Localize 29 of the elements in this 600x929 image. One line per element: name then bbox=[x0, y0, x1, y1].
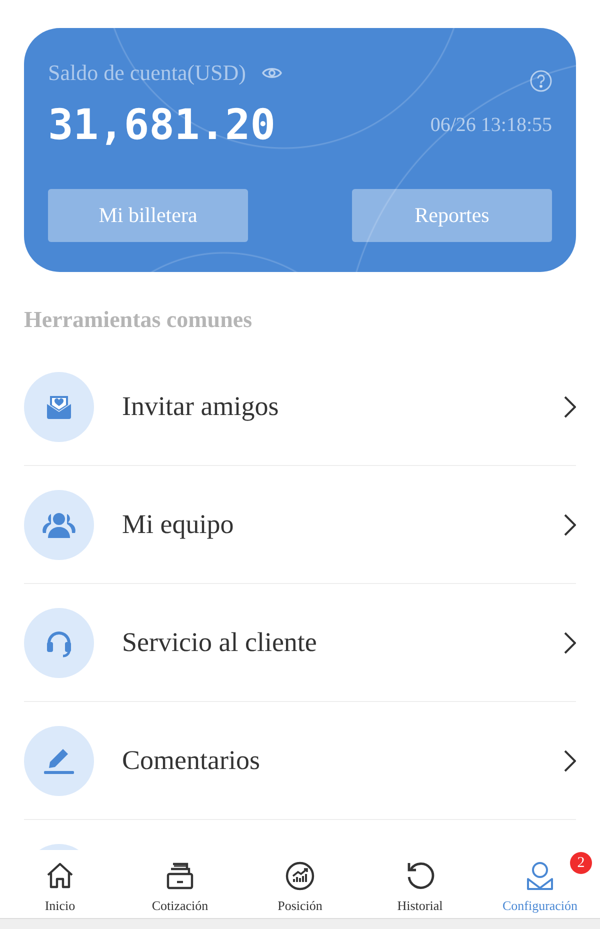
tool-label: Comentarios bbox=[122, 744, 261, 778]
pen-icon bbox=[43, 746, 75, 774]
notification-badge: 2 bbox=[570, 852, 592, 874]
chevron-right-icon bbox=[564, 750, 576, 772]
tool-row[interactable]: Servicio al cliente bbox=[24, 584, 576, 702]
help-icon[interactable] bbox=[530, 70, 552, 92]
tab-button[interactable]: Cotización bbox=[120, 850, 240, 918]
tab-button[interactable]: Inicio bbox=[0, 850, 120, 918]
tab-button[interactable]: Configuración 2 bbox=[480, 850, 600, 918]
chevron-right-icon bbox=[564, 396, 576, 418]
balance-label: Saldo de cuenta(USD) bbox=[48, 60, 246, 86]
timestamp: 06/26 13:18:55 bbox=[430, 113, 552, 138]
tool-row[interactable]: Mi equipo bbox=[24, 466, 576, 584]
tab-button[interactable]: Posición bbox=[240, 850, 360, 918]
balance-amount: 31,681.20 bbox=[48, 100, 276, 150]
tool-label: Mi equipo bbox=[122, 508, 235, 542]
tool-row[interactable]: Comentarios bbox=[24, 702, 576, 820]
tool-label: Invitar amigos bbox=[122, 390, 280, 424]
tool-row[interactable]: Invitar amigos bbox=[24, 348, 576, 466]
chevron-right-icon bbox=[564, 514, 576, 536]
drawer-icon bbox=[164, 860, 196, 892]
eye-icon[interactable] bbox=[262, 66, 282, 80]
chevron-right-icon bbox=[564, 632, 576, 654]
people-icon bbox=[42, 510, 76, 538]
person-icon bbox=[524, 860, 556, 892]
tool-label: Servicio al cliente bbox=[122, 626, 318, 660]
tab-button[interactable]: Historial bbox=[360, 850, 480, 918]
chart-circle-icon bbox=[284, 860, 316, 892]
section-title: Herramientas comunes bbox=[24, 306, 254, 334]
